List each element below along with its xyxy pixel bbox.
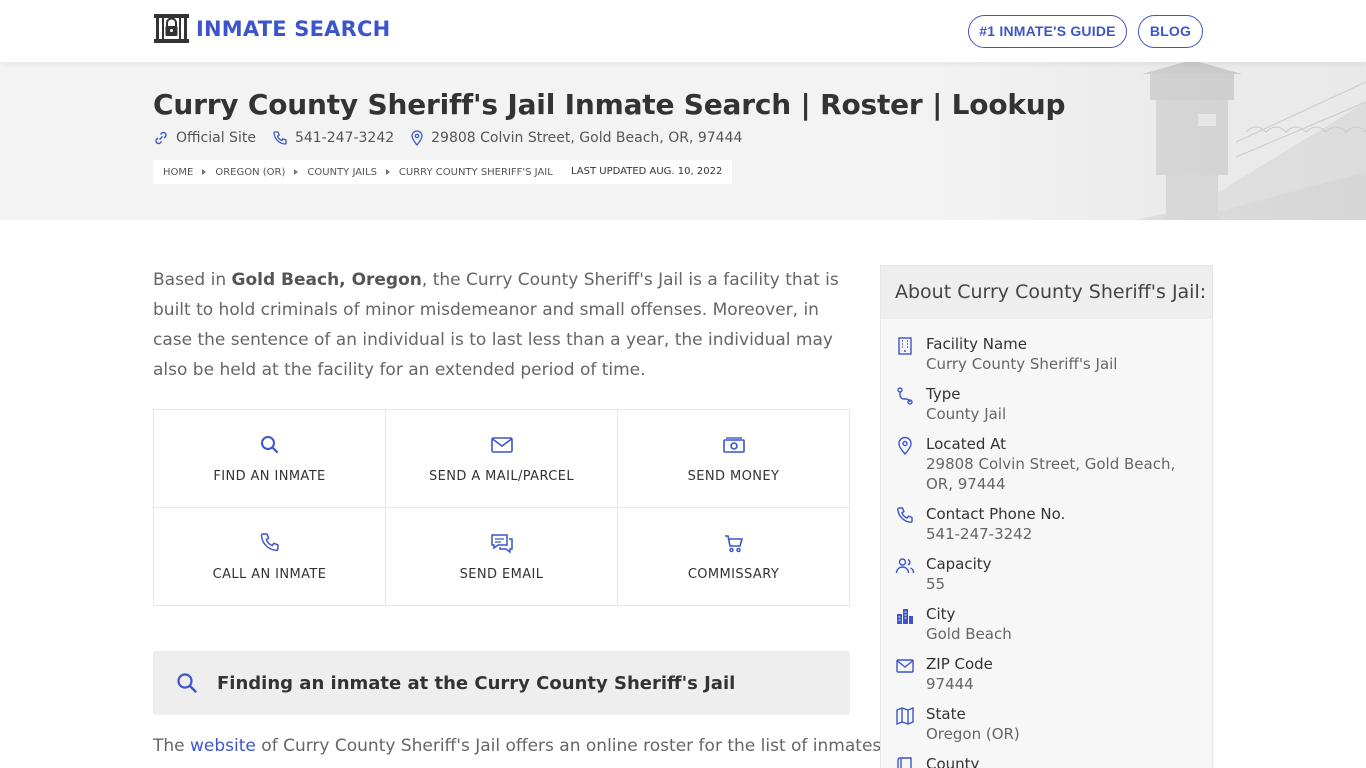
hero-banner: Curry County Sheriff's Jail Inmate Searc… [0, 62, 1366, 220]
users-icon [895, 558, 915, 574]
caret-right-icon [385, 169, 390, 175]
state-item: State Oregon (OR) [895, 704, 1196, 744]
intro-location: Gold Beach, Oregon [231, 270, 422, 290]
facility-name-label: Facility Name [926, 335, 1027, 353]
type-item: Type County Jail [895, 384, 1196, 424]
contact-phone-item: Contact Phone No. 541-247-3242 [895, 504, 1196, 544]
link-icon [155, 131, 167, 145]
city-item: City Gold Beach [895, 604, 1196, 644]
phone-number: 541-247-3242 [294, 130, 395, 146]
zip-code-label: ZIP Code [926, 655, 993, 673]
website-link[interactable]: website [190, 736, 256, 756]
address-item: 29808 Colvin Street, Gold Beach, OR, 974… [410, 130, 742, 146]
roster-text-end: of Curry County Sheriff's Jail offers an… [255, 736, 882, 756]
intro-text-start: Based in [153, 270, 232, 290]
find-inmate-label: FIND AN INMATE [213, 469, 326, 484]
located-at-item: Located At 29808 Colvin Street, Gold Bea… [895, 434, 1196, 494]
phone-icon [260, 533, 279, 552]
envelope-icon [896, 659, 914, 673]
city-value: Gold Beach [926, 625, 1012, 643]
inmates-guide-button[interactable]: #1 INMATE'S GUIDE [968, 15, 1127, 48]
facility-name-value: Curry County Sheriff's Jail [926, 355, 1118, 373]
send-mail-action[interactable]: SEND A MAIL/PARCEL [386, 410, 618, 508]
roster-text-start: The [153, 736, 191, 756]
commissary-action[interactable]: COMMISSARY [618, 508, 849, 605]
breadcrumb-home[interactable]: HOME [163, 167, 193, 178]
search-icon [177, 673, 197, 693]
state-label: State [926, 705, 966, 723]
send-email-label: SEND EMAIL [459, 567, 544, 582]
intro-paragraph: Based in Gold Beach, Oregon, the Curry C… [153, 265, 853, 385]
mail-icon [490, 437, 513, 453]
address-text: 29808 Colvin Street, Gold Beach, OR, 974… [431, 130, 743, 146]
city-icon [897, 609, 913, 624]
breadcrumb-current[interactable]: CURRY COUNTY SHERIFF'S JAIL [399, 167, 553, 178]
brand-logo-link[interactable]: INMATE SEARCH [153, 13, 390, 44]
official-site-link[interactable]: Official Site [153, 130, 256, 146]
send-money-action[interactable]: SEND MONEY [618, 410, 849, 508]
city-label: City [926, 605, 956, 623]
finding-inmate-title: Finding an inmate at the Curry County Sh… [217, 672, 736, 694]
capacity-label: Capacity [926, 555, 992, 573]
action-grid: FIND AN INMATE SEND A MAIL/PARCEL SEND M… [153, 409, 850, 606]
top-navbar: INMATE SEARCH #1 INMATE'S GUIDE BLOG [0, 0, 1366, 62]
page-title: Curry County Sheriff's Jail Inmate Searc… [153, 88, 1066, 121]
roster-paragraph: The website of Curry County Sheriff's Ja… [153, 731, 881, 761]
last-updated-badge: LAST UPDATED AUG. 10, 2022 [561, 160, 733, 184]
phone-link[interactable]: 541-247-3242 [272, 130, 394, 146]
send-email-action[interactable]: SEND EMAIL [386, 508, 618, 605]
contact-phone-value: 541-247-3242 [926, 525, 1033, 543]
zip-code-item: ZIP Code 97444 [895, 654, 1196, 694]
cart-icon [724, 535, 743, 553]
official-site-label: Official Site [176, 130, 256, 146]
capacity-item: Capacity 55 [895, 554, 1196, 594]
caret-right-icon [202, 169, 207, 175]
commissary-label: COMMISSARY [687, 567, 780, 582]
sidebar-title: About Curry County Sheriff's Jail: [881, 266, 1212, 319]
find-inmate-action[interactable]: FIND AN INMATE [154, 410, 386, 508]
state-value: Oregon (OR) [926, 725, 1020, 743]
facility-info-sidebar: About Curry County Sheriff's Jail: Facil… [880, 265, 1213, 768]
breadcrumb-state[interactable]: OREGON (OR) [215, 167, 285, 178]
county-item: County [895, 754, 1196, 768]
jail-logo-icon [153, 13, 190, 44]
chat-icon [490, 534, 513, 554]
type-value: County Jail [926, 405, 1007, 423]
located-at-label: Located At [926, 435, 1006, 453]
capacity-value: 55 [926, 575, 946, 593]
caret-right-icon [294, 169, 299, 175]
route-icon [897, 387, 913, 405]
call-inmate-action[interactable]: CALL AN INMATE [154, 508, 386, 605]
map-pin-icon [411, 130, 423, 146]
money-icon [722, 437, 745, 453]
county-label: County [926, 755, 980, 768]
phone-icon [897, 507, 913, 523]
send-mail-label: SEND A MAIL/PARCEL [429, 469, 574, 484]
located-at-value: 29808 Colvin Street, Gold Beach, OR, 974… [926, 455, 1176, 493]
blog-button[interactable]: BLOG [1138, 15, 1203, 48]
call-inmate-label: CALL AN INMATE [212, 567, 327, 582]
search-icon [260, 436, 278, 454]
phone-icon [273, 131, 287, 145]
send-money-label: SEND MONEY [687, 469, 780, 484]
map-icon [896, 706, 914, 726]
finding-inmate-heading: Finding an inmate at the Curry County Sh… [153, 651, 850, 715]
brand-name: INMATE SEARCH [196, 16, 391, 41]
book-icon [897, 757, 912, 768]
map-pin-icon [898, 436, 912, 456]
prison-tower-illustration [936, 62, 1366, 220]
building-icon [898, 337, 912, 355]
zip-code-value: 97444 [926, 675, 974, 693]
breadcrumb-county-jails[interactable]: COUNTY JAILS [307, 167, 377, 178]
breadcrumb: HOME OREGON (OR) COUNTY JAILS CURRY COUN… [153, 160, 563, 184]
contact-phone-label: Contact Phone No. [926, 505, 1066, 523]
facility-meta-row: Official Site 541-247-3242 29808 Colvin … [153, 130, 758, 146]
facility-name-item: Facility Name Curry County Sheriff's Jai… [895, 334, 1196, 374]
type-label: Type [926, 385, 961, 403]
